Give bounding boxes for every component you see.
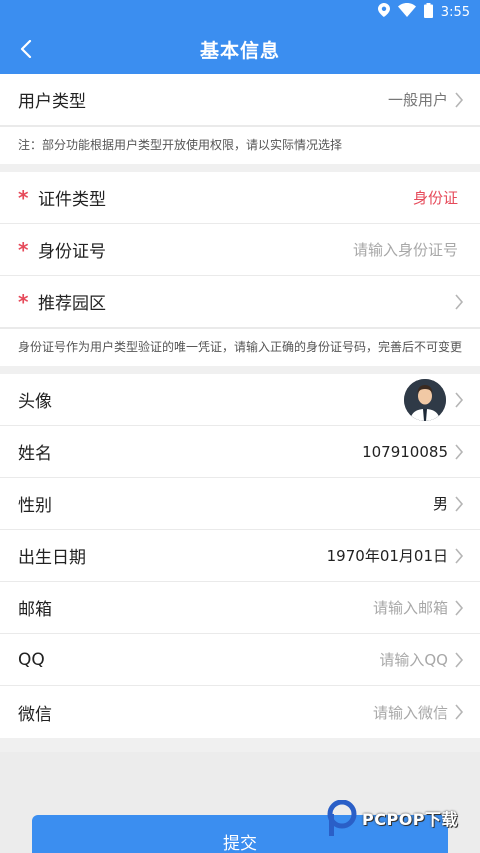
name-label: 姓名 xyxy=(18,444,52,464)
wechat-input[interactable]: 请输入微信 xyxy=(373,702,448,723)
user-type-label: 用户类型 xyxy=(18,92,86,112)
park-label: 推荐园区 xyxy=(38,294,106,314)
email-row[interactable]: 邮箱 请输入邮箱 xyxy=(0,582,480,634)
wechat-label: 微信 xyxy=(18,704,52,725)
required-mark: * xyxy=(18,185,29,210)
id-number-note: 身份证号作为用户类型验证的唯一凭证，请输入正确的身份证号码，完善后不可变更 xyxy=(0,328,480,366)
avatar[interactable] xyxy=(404,378,446,421)
gender-label: 性别 xyxy=(18,496,52,516)
chevron-right-icon xyxy=(455,495,464,512)
chevron-right-icon xyxy=(455,599,464,616)
avatar-row[interactable]: 头像 xyxy=(0,374,480,426)
chevron-right-icon xyxy=(455,391,464,408)
chevron-right-icon xyxy=(455,547,464,564)
qq-input[interactable]: 请输入QQ xyxy=(379,649,448,670)
id-type-row[interactable]: * 证件类型 身份证 xyxy=(0,172,480,224)
id-number-row[interactable]: * 身份证号 请输入身份证号 xyxy=(0,224,480,276)
profile-section: 头像 姓名 107910085 性别 男 出生日期 1970年01月01日 邮箱… xyxy=(0,374,480,738)
birth-date-row[interactable]: 出生日期 1970年01月01日 xyxy=(0,530,480,582)
wechat-row[interactable]: 微信 请输入微信 xyxy=(0,686,480,738)
id-type-label: 证件类型 xyxy=(38,190,106,210)
watermark-text: PCPOP下载 xyxy=(362,810,459,829)
section-divider xyxy=(0,164,480,172)
pcpop-logo-icon xyxy=(327,800,357,836)
user-type-value: 一般用户 xyxy=(387,91,448,109)
chevron-right-icon xyxy=(455,704,464,720)
status-bar: 3:55 xyxy=(0,0,480,24)
back-button[interactable] xyxy=(14,37,38,61)
qq-row[interactable]: QQ 请输入QQ xyxy=(0,634,480,686)
qq-label: QQ xyxy=(18,649,45,670)
email-input[interactable]: 请输入邮箱 xyxy=(373,597,448,618)
section-divider xyxy=(0,366,480,374)
avatar-label: 头像 xyxy=(18,392,52,412)
name-value: 107910085 xyxy=(362,442,448,461)
clock: 3:55 xyxy=(440,4,470,20)
chevron-right-icon xyxy=(455,91,464,108)
user-avatar-icon xyxy=(404,378,446,421)
id-type-value: 身份证 xyxy=(412,189,458,207)
required-mark: * xyxy=(18,237,29,262)
wifi-icon xyxy=(397,3,416,21)
chevron-right-icon xyxy=(455,651,464,668)
identity-section: * 证件类型 身份证 * 身份证号 请输入身份证号 * 推荐园区 身份证号作为用… xyxy=(0,172,480,366)
park-row[interactable]: * 推荐园区 xyxy=(0,276,480,328)
user-type-section: 用户类型 一般用户 注：部分功能根据用户类型开放使用权限，请以实际情况选择 xyxy=(0,74,480,164)
gender-row[interactable]: 性别 男 xyxy=(0,478,480,530)
birth-date-value: 1970年01月01日 xyxy=(326,547,448,565)
battery-icon xyxy=(423,2,433,22)
user-type-row[interactable]: 用户类型 一般用户 xyxy=(0,74,480,126)
id-number-label: 身份证号 xyxy=(38,242,106,262)
required-mark: * xyxy=(18,289,29,314)
chevron-right-icon xyxy=(455,443,464,460)
gender-value: 男 xyxy=(432,495,448,513)
birth-date-label: 出生日期 xyxy=(18,548,86,568)
name-row[interactable]: 姓名 107910085 xyxy=(0,426,480,478)
chevron-right-icon xyxy=(455,293,464,310)
watermark: PCPOP下载 xyxy=(326,800,458,836)
page-title: 基本信息 xyxy=(199,39,280,62)
app-bar: 基本信息 xyxy=(0,24,480,74)
email-label: 邮箱 xyxy=(18,600,52,620)
id-number-input[interactable]: 请输入身份证号 xyxy=(353,239,458,260)
user-type-note: 注：部分功能根据用户类型开放使用权限，请以实际情况选择 xyxy=(0,126,480,164)
location-icon xyxy=(377,3,390,21)
back-arrow-icon xyxy=(20,40,32,58)
